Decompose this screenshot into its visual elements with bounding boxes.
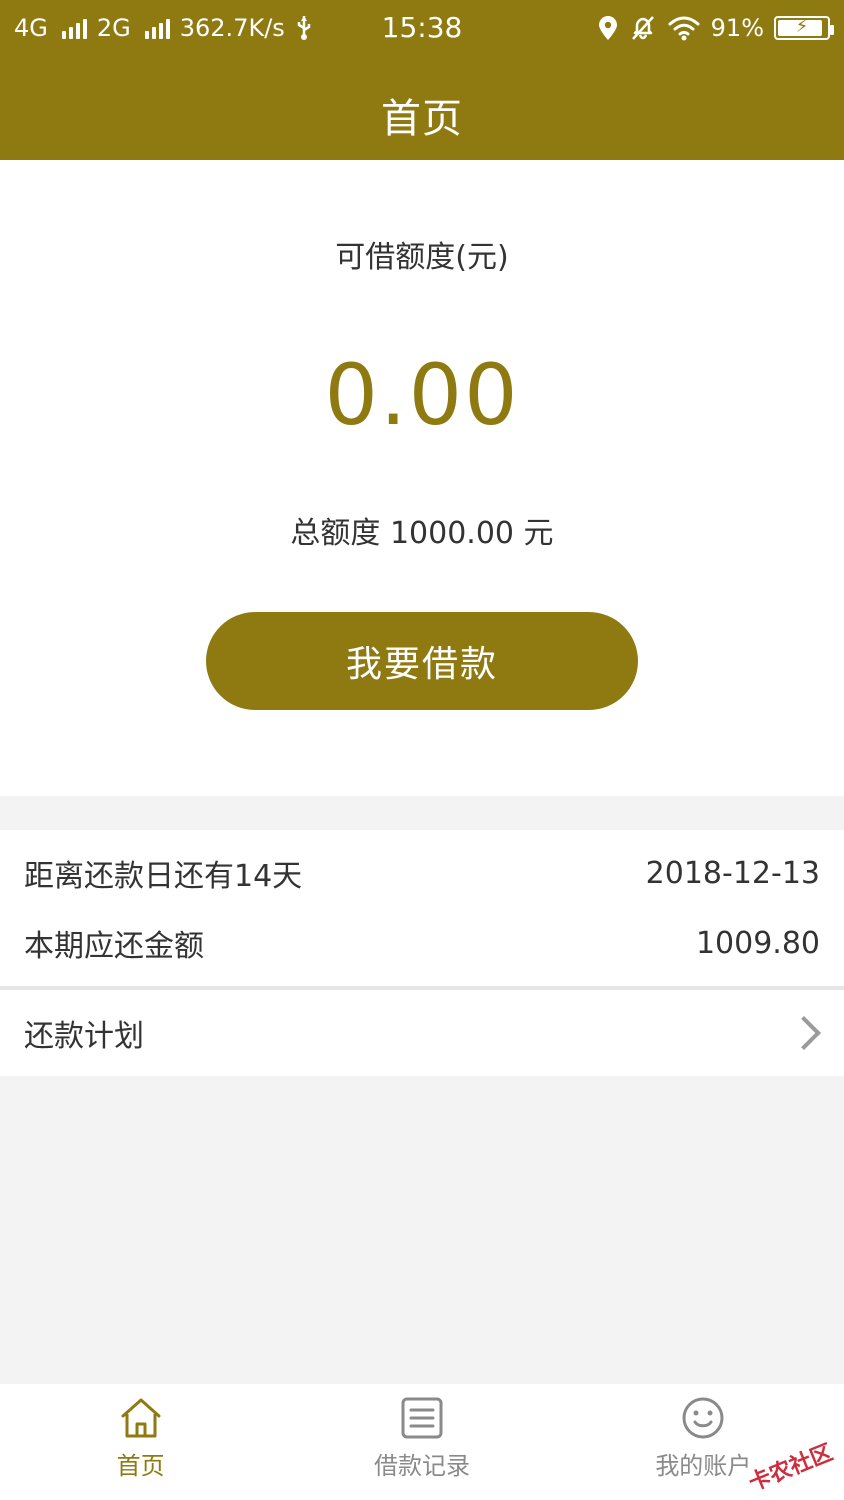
bottom-navigation: 首页 借款记录 我的账户 卡农社区 (0, 1384, 844, 1500)
usb-icon (297, 16, 311, 40)
battery-icon: ⚡ (774, 16, 834, 40)
network-4g-label: 4G (14, 14, 48, 42)
signal-2g-icon (144, 17, 170, 39)
home-icon (121, 1398, 161, 1437)
repayment-amount-row: 本期应还金额 1009.80 (24, 921, 820, 965)
credit-card: 可借额度(元) 0.00 总额度 1000.00 元 我要借款 (0, 160, 844, 796)
list-icon (401, 1397, 443, 1438)
wifi-icon (668, 16, 700, 41)
network-2g-label: 2G (96, 14, 131, 42)
signal-4g-icon (61, 17, 87, 39)
borrow-button[interactable]: 我要借款 (206, 612, 638, 710)
tab-my-account-label: 我的账户 (655, 1451, 752, 1480)
tab-loan-records-label: 借款记录 (373, 1451, 470, 1480)
total-credit-text: 总额度 1000.00 元 (290, 516, 554, 551)
tab-home-label: 首页 (116, 1451, 165, 1480)
network-speed: 362.7K/s (179, 14, 285, 42)
repayment-plan-row[interactable]: 还款计划 (0, 990, 844, 1076)
status-right: 91% ⚡ (597, 14, 834, 42)
tab-loan-records[interactable]: 借款记录 (281, 1396, 562, 1481)
smile-icon (682, 1397, 724, 1438)
status-time: 15:38 (381, 11, 463, 44)
available-credit-label: 可借额度(元) (335, 240, 509, 275)
charging-icon: ⚡ (795, 16, 809, 37)
notifications-off-icon (631, 16, 654, 40)
repayment-plan-label: 还款计划 (24, 1019, 144, 1054)
repayment-due-date: 2018-12-13 (645, 855, 820, 891)
empty-space (0, 1076, 844, 1382)
repayment-days-row: 距离还款日还有14天 2018-12-13 (24, 851, 820, 895)
repayment-amount-label: 本期应还金额 (24, 929, 204, 964)
available-credit-amount: 0.00 (324, 346, 520, 444)
page-title: 首页 (381, 96, 463, 142)
section-gap (0, 796, 844, 830)
status-left: 4G 2G 362.7K/s (14, 15, 313, 41)
repayment-amount-value: 1009.80 (695, 925, 820, 961)
repayment-info: 距离还款日还有14天 2018-12-13 本期应还金额 1009.80 (0, 830, 844, 986)
top-bar: 4G 2G 362.7K/s 15:38 91% ⚡ 首页 (0, 0, 844, 160)
tab-home[interactable]: 首页 (0, 1396, 281, 1481)
chevron-right-icon (787, 1016, 821, 1050)
repayment-days-label: 距离还款日还有14天 (24, 859, 303, 894)
location-icon (598, 16, 617, 40)
status-bar: 4G 2G 362.7K/s 15:38 91% ⚡ (0, 0, 844, 56)
battery-percent: 91% (710, 14, 764, 42)
